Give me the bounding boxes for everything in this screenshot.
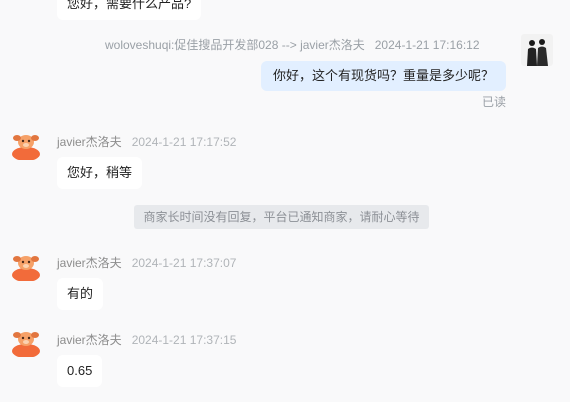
incoming-sender: javier杰洛夫 bbox=[57, 333, 122, 347]
outgoing-avatar[interactable] bbox=[521, 34, 553, 66]
user-photo-icon bbox=[521, 34, 553, 66]
incoming-meta: javier杰洛夫 2024-1-21 17:17:52 bbox=[57, 133, 236, 150]
incoming-message-bubble: 0.65 bbox=[57, 355, 103, 387]
cartoon-dog-icon bbox=[12, 135, 40, 161]
incoming-meta: javier杰洛夫 2024-1-21 17:37:15 bbox=[57, 331, 236, 348]
cartoon-dog-icon bbox=[12, 256, 40, 282]
incoming-avatar[interactable] bbox=[10, 128, 42, 161]
incoming-message-bubble: 有的 bbox=[57, 278, 104, 310]
incoming-time: 2024-1-21 17:37:07 bbox=[131, 256, 237, 270]
outgoing-time: 2024-1-21 17:16:12 bbox=[374, 38, 480, 52]
outgoing-message-bubble: 你好，这个有现货吗？重量是多少呢？ bbox=[260, 61, 506, 91]
chat-window: 您好，需要什么产品? woloveshuqi:促佳搜品开发部028 --> ja… bbox=[0, 0, 570, 402]
incoming-message-bubble: 您好，稍等 bbox=[57, 157, 143, 189]
incoming-time: 2024-1-21 17:37:15 bbox=[131, 333, 237, 347]
incoming-sender: javier杰洛夫 bbox=[57, 256, 122, 270]
cartoon-dog-icon bbox=[12, 332, 40, 358]
incoming-time: 2024-1-21 17:17:52 bbox=[131, 135, 237, 149]
incoming-avatar[interactable] bbox=[10, 325, 42, 358]
outgoing-sender: woloveshuqi:促佳搜品开发部028 --> javier杰洛夫 bbox=[105, 38, 365, 52]
message-bubble-partial: 您好，需要什么产品? bbox=[57, 0, 202, 20]
incoming-avatar[interactable] bbox=[10, 249, 42, 282]
read-status: 已读 bbox=[482, 95, 507, 109]
incoming-sender: javier杰洛夫 bbox=[57, 135, 122, 149]
outgoing-meta: woloveshuqi:促佳搜品开发部028 --> javier杰洛夫 2024… bbox=[105, 36, 503, 53]
system-notice: 商家长时间没有回复，平台已通知商家，请耐心等待 bbox=[134, 205, 429, 229]
incoming-meta: javier杰洛夫 2024-1-21 17:37:07 bbox=[57, 254, 236, 271]
